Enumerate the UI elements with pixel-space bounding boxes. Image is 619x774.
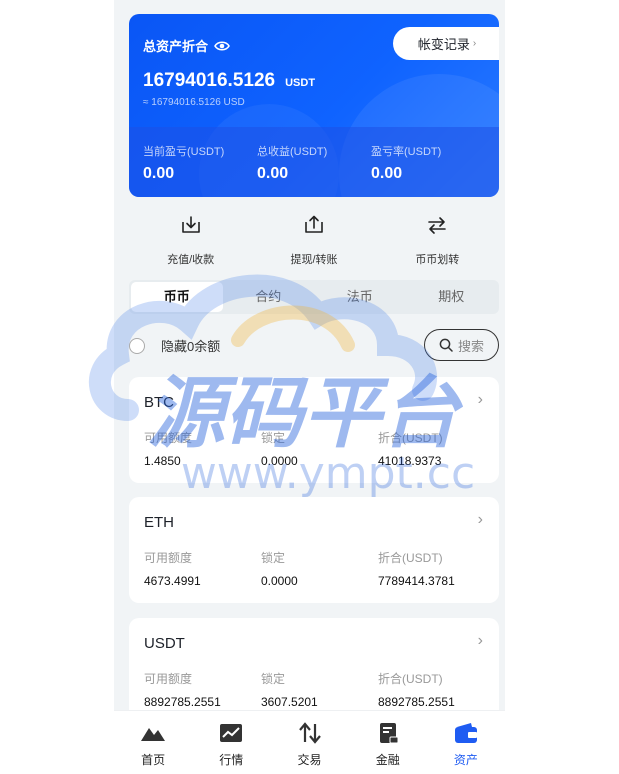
account-history-button[interactable]: 帐变记录 › <box>393 27 499 60</box>
total-amount: 16794016.5126 USDT <box>143 70 315 92</box>
hide-zero-toggle[interactable]: 隐藏0余额 <box>129 336 220 355</box>
nav-finance-label: 金融 <box>375 753 400 767</box>
value-column: 折合(USDT) 41018.9373 <box>378 429 495 468</box>
locked-label: 锁定 <box>261 672 286 686</box>
transfer-icon <box>428 217 447 234</box>
nav-market-label: 行情 <box>219 753 244 767</box>
chevron-right-icon: › <box>477 511 483 528</box>
value-column: 折合(USDT) 8892785.2551 <box>378 670 495 709</box>
available-column: 可用额度 8892785.2551 <box>144 670 261 709</box>
available-label: 可用额度 <box>144 672 193 686</box>
wallet-icon <box>454 723 477 743</box>
withdraw-button[interactable]: 提现/转账 <box>252 214 375 267</box>
locked-column: 锁定 3607.5201 <box>261 670 378 709</box>
search-button[interactable]: 搜索 <box>424 329 499 361</box>
total-amount-value: 16794016.5126 <box>143 70 276 91</box>
nav-finance[interactable]: 金融 <box>349 711 427 774</box>
coin-balances: 可用额度 1.4850 锁定 0.0000 折合(USDT) 41018.937… <box>144 429 495 468</box>
value-label: 折合(USDT) <box>378 551 443 565</box>
hide-zero-label: 隐藏0余额 <box>161 339 221 354</box>
stat-label: 当前盈亏(USDT) <box>143 146 225 158</box>
quick-actions: 充值/收款 提现/转账 币币划转 <box>129 214 499 267</box>
chevron-right-icon: › <box>477 632 483 649</box>
chart-icon <box>220 724 243 742</box>
app-screen: 总资产折合 帐变记录 › 16794016.5126 USDT ≈ 167940… <box>114 0 505 774</box>
nav-home-label: 首页 <box>141 753 166 767</box>
nav-market[interactable]: 行情 <box>192 711 270 774</box>
locked-label: 锁定 <box>261 551 286 565</box>
nav-trade[interactable]: 交易 <box>270 711 348 774</box>
stat-total-income: 总收益(USDT) 0.00 <box>257 143 371 183</box>
available-column: 可用额度 4673.4991 <box>144 549 261 588</box>
available-value: 8892785.2551 <box>144 695 221 709</box>
stat-current-pnl: 当前盈亏(USDT) 0.00 <box>143 143 257 183</box>
asset-card-usdt[interactable]: USDT › 可用额度 8892785.2551 锁定 3607.5201 折合… <box>129 618 499 724</box>
home-icon <box>141 728 166 741</box>
transfer-button[interactable]: 币币划转 <box>376 214 499 267</box>
locked-value: 0.0000 <box>261 574 298 588</box>
chevron-right-icon: › <box>477 391 483 408</box>
asset-card-btc[interactable]: BTC › 可用额度 1.4850 锁定 0.0000 折合(USDT) 410… <box>129 377 499 483</box>
locked-value: 0.0000 <box>261 454 298 468</box>
available-value: 1.4850 <box>144 454 181 468</box>
trade-icon <box>298 722 321 744</box>
stat-label: 盈亏率(USDT) <box>371 146 442 158</box>
stat-label: 总收益(USDT) <box>257 146 328 158</box>
tab-fiat[interactable]: 法币 <box>314 282 406 312</box>
available-value: 4673.4991 <box>144 574 201 588</box>
value-column: 折合(USDT) 7789414.3781 <box>378 549 495 588</box>
locked-column: 锁定 0.0000 <box>261 429 378 468</box>
hide-zero-radio[interactable] <box>129 337 145 354</box>
locked-label: 锁定 <box>261 431 286 445</box>
value-value: 8892785.2551 <box>378 695 455 709</box>
stat-value: 0.00 <box>371 165 403 182</box>
account-history-label: 帐变记录 <box>417 37 470 52</box>
stat-pnl-rate: 盈亏率(USDT) 0.00 <box>371 143 485 183</box>
total-assets-label: 总资产折合 <box>143 39 209 54</box>
tab-options[interactable]: 期权 <box>406 282 498 312</box>
tab-contract[interactable]: 合约 <box>223 282 315 312</box>
upload-icon <box>305 215 323 233</box>
download-icon <box>181 216 200 233</box>
coin-name: USDT <box>144 635 185 652</box>
deposit-label: 充值/收款 <box>167 254 215 266</box>
deposit-button[interactable]: 充值/收款 <box>129 214 252 267</box>
coin-name: ETH <box>144 514 174 531</box>
nav-assets[interactable]: 资产 <box>427 711 505 774</box>
total-amount-unit: USDT <box>285 77 316 89</box>
nav-home[interactable]: 首页 <box>114 711 192 774</box>
pnl-stats: 当前盈亏(USDT) 0.00 总收益(USDT) 0.00 盈亏率(USDT)… <box>143 143 485 183</box>
stat-value: 0.00 <box>257 165 289 182</box>
total-usd-equivalent: ≈ 16794016.5126 USD <box>143 97 245 108</box>
available-label: 可用额度 <box>144 551 193 565</box>
coin-balances: 可用额度 8892785.2551 锁定 3607.5201 折合(USDT) … <box>144 670 495 709</box>
nav-assets-label: 资产 <box>453 753 478 767</box>
withdraw-label: 提现/转账 <box>290 254 338 266</box>
value-value: 41018.9373 <box>378 454 442 468</box>
account-tabs: 币币 合约 法币 期权 <box>129 280 499 314</box>
asset-summary-card: 总资产折合 帐变记录 › 16794016.5126 USDT ≈ 167940… <box>129 14 499 197</box>
coin-name: BTC <box>144 394 174 411</box>
value-label: 折合(USDT) <box>378 431 443 445</box>
available-column: 可用额度 1.4850 <box>144 429 261 468</box>
stat-value: 0.00 <box>143 165 175 182</box>
value-label: 折合(USDT) <box>378 672 443 686</box>
value-value: 7789414.3781 <box>378 574 455 588</box>
total-assets-title: 总资产折合 <box>143 36 230 55</box>
bottom-navigation: 首页 行情 交易 金融 资产 <box>114 710 505 774</box>
locked-value: 3607.5201 <box>261 695 318 709</box>
tab-spot[interactable]: 币币 <box>131 282 223 312</box>
chevron-right-icon: › <box>472 38 477 49</box>
eye-icon[interactable] <box>214 40 230 52</box>
asset-card-eth[interactable]: ETH › 可用额度 4673.4991 锁定 0.0000 折合(USDT) … <box>129 497 499 603</box>
locked-column: 锁定 0.0000 <box>261 549 378 588</box>
finance-icon <box>379 723 399 744</box>
transfer-label: 币币划转 <box>415 254 460 266</box>
available-label: 可用额度 <box>144 431 193 445</box>
search-icon <box>439 338 453 352</box>
search-placeholder: 搜索 <box>457 338 484 354</box>
nav-trade-label: 交易 <box>297 753 322 767</box>
coin-balances: 可用额度 4673.4991 锁定 0.0000 折合(USDT) 778941… <box>144 549 495 588</box>
